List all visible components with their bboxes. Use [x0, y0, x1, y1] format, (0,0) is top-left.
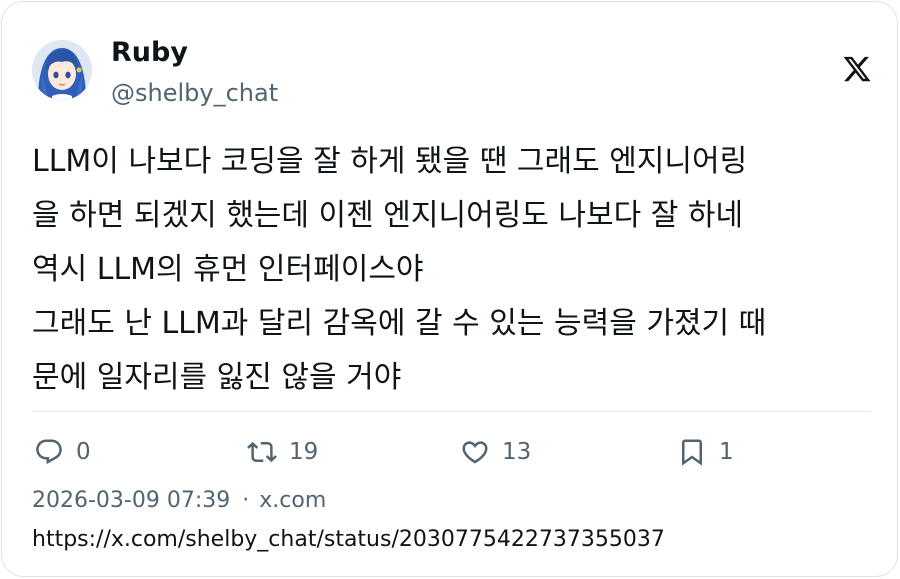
anime-avatar-icon — [32, 40, 92, 100]
tweet-meta: 2026-03-09 07:39 · x.com — [32, 486, 326, 516]
tweet-text-line: 그래도 난 LLM과 달리 감옥에 갈 수 있는 능력을 가졌기 때 — [32, 306, 767, 341]
like-count: 13 — [502, 439, 532, 465]
timestamp[interactable]: 2026-03-09 07:39 — [32, 488, 230, 513]
retweet-button[interactable]: 19 — [247, 432, 318, 472]
action-bar: 0 19 13 1 — [32, 432, 792, 472]
x-logo-icon[interactable] — [842, 54, 872, 84]
bookmark-button[interactable]: 1 — [677, 432, 734, 472]
divider — [32, 411, 870, 412]
reply-button[interactable]: 0 — [34, 432, 91, 472]
tweet-text-line: 역시 LLM의 휴먼 인터페이스야 — [32, 252, 424, 287]
tweet-text: LLM이 나보다 코딩을 잘 하게 됐을 땐 그래도 엔지니어링 을 하면 되겠… — [32, 135, 882, 405]
source-link[interactable]: x.com — [259, 488, 326, 513]
avatar[interactable] — [32, 40, 92, 100]
tweet-text-line: 을 하면 되겠지 했는데 이젠 엔지니어링도 나보다 잘 하네 — [32, 198, 744, 233]
reply-icon — [36, 439, 62, 465]
reply-count: 0 — [76, 439, 91, 465]
retweet-count: 19 — [289, 439, 319, 465]
bookmark-count: 1 — [719, 439, 734, 465]
status-url[interactable]: https://x.com/shelby_chat/status/2030775… — [32, 525, 665, 555]
meta-separator: · — [242, 488, 250, 513]
tweet-text-line: 문에 일자리를 잃진 않을 거야 — [32, 360, 402, 395]
author-display-name[interactable]: Ruby — [111, 36, 188, 70]
bookmark-icon — [682, 439, 702, 466]
retweet-icon — [247, 441, 277, 463]
heart-icon — [462, 441, 488, 464]
tweet-card: Ruby @shelby_chat LLM이 나보다 코딩을 잘 하게 됐을 땐… — [1, 1, 898, 577]
like-button[interactable]: 13 — [460, 432, 531, 472]
tweet-text-line: LLM이 나보다 코딩을 잘 하게 됐을 땐 그래도 엔지니어링 — [32, 144, 748, 179]
author-handle[interactable]: @shelby_chat — [111, 77, 278, 109]
